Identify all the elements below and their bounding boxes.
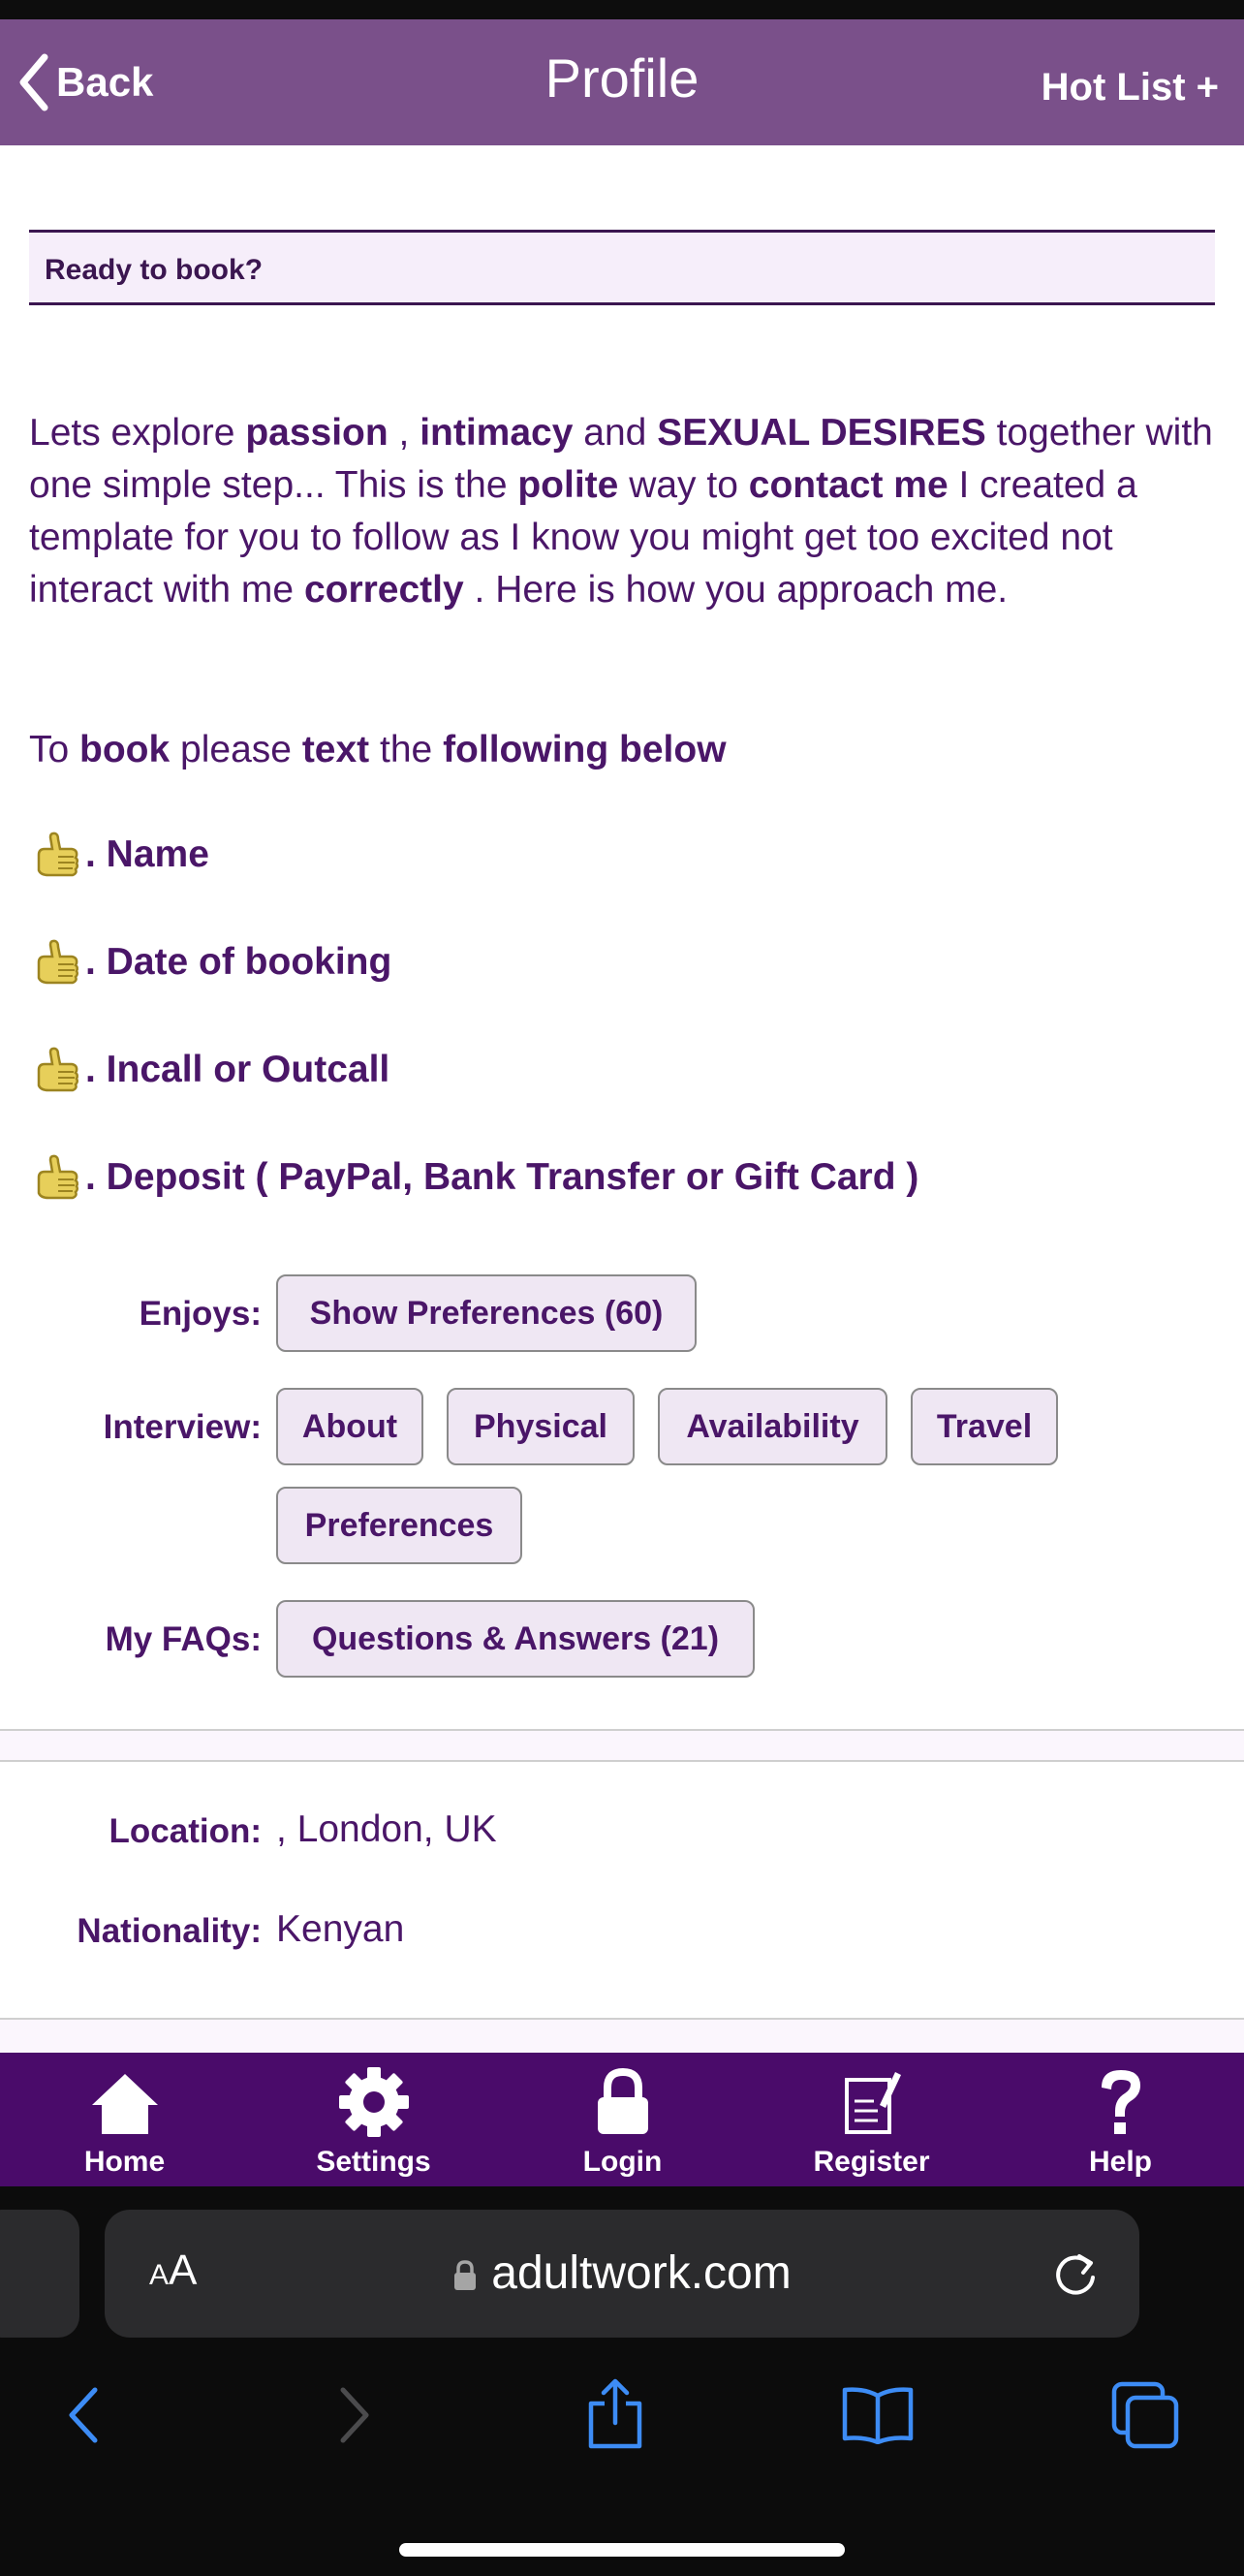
gear-icon (338, 2067, 409, 2137)
interview-physical-button[interactable]: Physical (447, 1388, 635, 1465)
thumbs-up-icon (37, 939, 79, 985)
list-item: . Name (29, 826, 209, 884)
tab-settings[interactable]: Settings (249, 2053, 498, 2186)
intro-bold: SEXUAL DESIRES (657, 412, 986, 454)
tab-label: Register (813, 2146, 930, 2178)
instruction-bold: book (79, 729, 171, 770)
browser-forward-icon[interactable] (335, 2384, 374, 2446)
tab-register[interactable]: Register (747, 2053, 996, 2186)
hot-list-add-button[interactable]: Hot List + (1042, 66, 1219, 110)
status-bar (0, 0, 1244, 19)
requirement-label: . Name (85, 833, 209, 875)
location-value: , London, UK (276, 1808, 497, 1850)
tab-label: Help (1088, 2146, 1152, 2178)
location-label: Location: (109, 1812, 262, 1850)
tab-label: Home (83, 2146, 166, 2178)
interview-label: Interview: (103, 1408, 262, 1446)
faqs-label: My FAQs: (105, 1620, 262, 1658)
bookmarks-icon[interactable] (841, 2384, 915, 2444)
thumbs-up-icon (37, 1047, 79, 1092)
interview-availability-button[interactable]: Availability (658, 1388, 887, 1465)
intro-bold: passion (245, 412, 389, 454)
url-display: adultwork.com (105, 2246, 1139, 2300)
nationality-value: Kenyan (276, 1908, 405, 1950)
interview-preferences-button[interactable]: Preferences (276, 1487, 522, 1564)
register-icon (844, 2072, 901, 2134)
section-spacer (0, 2020, 1244, 2053)
tab-login[interactable]: Login (498, 2053, 747, 2186)
interview-about-button[interactable]: About (276, 1388, 423, 1465)
intro-text: , (388, 412, 420, 454)
requirement-label: . Incall or Outcall (85, 1049, 390, 1090)
share-icon[interactable] (585, 2376, 645, 2450)
lock-icon (454, 2260, 477, 2290)
interview-travel-button[interactable]: Travel (911, 1388, 1058, 1465)
booking-instructions: To book please text the following below (29, 724, 727, 776)
questions-answers-button[interactable]: Questions & Answers (21) (276, 1600, 755, 1678)
previous-tab-preview[interactable] (0, 2210, 79, 2338)
instruction-bold: text (301, 729, 370, 770)
tab-home[interactable]: Home (0, 2053, 249, 2186)
address-bar[interactable]: AA adultwork.com (105, 2210, 1139, 2338)
requirement-label: . Deposit ( PayPal, Bank Transfer or Gif… (85, 1156, 919, 1198)
instruction-text: the (369, 729, 444, 770)
list-item: . Incall or Outcall (29, 1041, 389, 1099)
instruction-text: please (170, 729, 302, 770)
section-divider (0, 1729, 1244, 1762)
thumbs-up-icon (37, 1154, 79, 1200)
browser-back-icon[interactable] (64, 2384, 103, 2446)
instruction-bold: following below (443, 729, 727, 770)
list-item: . Date of booking (29, 933, 391, 991)
browser-chrome: AA adultwork.com (0, 2186, 1244, 2576)
intro-bold: intimacy (420, 412, 574, 454)
top-nav-bar: Back Profile Hot List + (0, 19, 1244, 145)
intro-bold: correctly (303, 569, 464, 611)
home-indicator (399, 2543, 845, 2557)
tab-help[interactable]: Help (996, 2053, 1244, 2186)
intro-bold: polite (517, 464, 619, 506)
thumbs-up-icon (37, 832, 79, 877)
nationality-label: Nationality: (77, 1912, 262, 1950)
requirement-label: . Date of booking (85, 941, 392, 983)
intro-text: Lets explore (29, 412, 246, 454)
ready-to-book-label: Ready to book? (45, 254, 264, 286)
ready-to-book-banner: Ready to book? (29, 230, 1215, 305)
tab-label: Settings (316, 2146, 431, 2178)
intro-text: . Here is how you approach me. (463, 569, 1009, 611)
intro-text: way to (618, 464, 749, 506)
show-preferences-button[interactable]: Show Preferences (60) (276, 1274, 697, 1352)
reload-icon[interactable] (1050, 2248, 1101, 2299)
tabs-icon[interactable] (1110, 2380, 1180, 2450)
list-item: . Deposit ( PayPal, Bank Transfer or Gif… (29, 1148, 918, 1207)
instruction-text: To (29, 729, 80, 770)
intro-bold: contact me (748, 464, 949, 506)
home-icon (91, 2074, 158, 2134)
tab-label: Login (582, 2146, 663, 2178)
enjoys-label: Enjoys: (139, 1295, 262, 1333)
url-text: adultwork.com (491, 2247, 792, 2299)
intro-paragraph: Lets explore passion , intimacy and SEXU… (29, 407, 1221, 616)
lock-icon (597, 2067, 648, 2134)
intro-text: and (573, 412, 658, 454)
bottom-tab-bar: Home Settings Login Register Help (0, 2053, 1244, 2186)
help-icon (1101, 2070, 1140, 2134)
